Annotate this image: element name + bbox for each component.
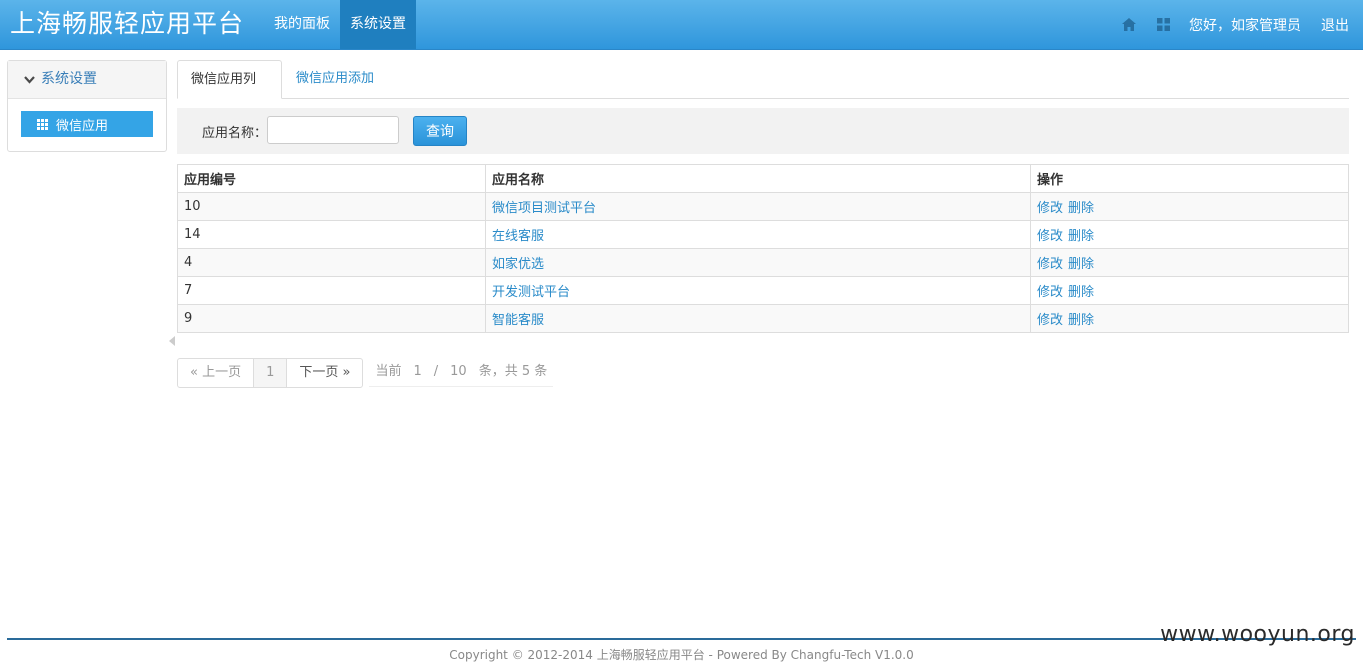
edit-link[interactable]: 修改 xyxy=(1037,285,1063,300)
cell-app-id: 14 xyxy=(177,220,486,249)
apps-grid-icon[interactable] xyxy=(1155,17,1171,33)
nav-item-system-settings[interactable]: 系统设置 xyxy=(340,0,416,49)
next-page-button[interactable]: 下一页 » xyxy=(286,358,364,388)
edit-link[interactable]: 修改 xyxy=(1037,201,1063,216)
nav-item-my-panel[interactable]: 我的面板 xyxy=(264,0,340,49)
page-number-current[interactable]: 1 xyxy=(253,358,288,388)
cell-app-id: 10 xyxy=(177,192,486,221)
column-header-name: 应用名称 xyxy=(485,164,1031,193)
table-row: 14 在线客服 修改 删除 xyxy=(177,220,1349,249)
delete-link[interactable]: 删除 xyxy=(1068,313,1094,328)
sidebar-item-wechat-apps[interactable]: 微信应用 xyxy=(21,111,153,137)
sidebar-section-header[interactable]: 系统设置 xyxy=(8,61,166,99)
tab-wechat-app-add[interactable]: 微信应用添加 xyxy=(283,60,387,97)
pagination-info-suffix: 条，共 5 条 xyxy=(478,364,548,379)
app-name-link[interactable]: 如家优选 xyxy=(492,257,544,272)
query-button[interactable]: 查询 xyxy=(413,116,467,146)
app-name-link[interactable]: 微信项目测试平台 xyxy=(492,201,596,216)
prev-page-button[interactable]: « 上一页 xyxy=(177,358,255,388)
table-header-row: 应用编号 应用名称 操作 xyxy=(177,164,1349,193)
app-brand[interactable]: 上海畅服轻应用平台 xyxy=(10,6,244,42)
app-name-label: 应用名称： xyxy=(202,126,268,141)
edit-link[interactable]: 修改 xyxy=(1037,313,1063,328)
cell-app-id: 9 xyxy=(177,304,486,333)
table-row: 4 如家优选 修改 删除 xyxy=(177,248,1349,277)
sidebar-collapse-icon[interactable] xyxy=(169,335,175,350)
pagination: « 上一页 1 下一页 » 当前 1 / 10 条，共 5 条 xyxy=(177,358,554,388)
table-row: 7 开发测试平台 修改 删除 xyxy=(177,276,1349,305)
watermark: www.wooyun.org xyxy=(1160,622,1355,647)
user-area: 您好，如家管理员 退出 xyxy=(1121,0,1363,49)
tab-bar: 微信应用列表 微信应用添加 xyxy=(177,60,1349,124)
footer-copyright: Copyright © 2012-2014 上海畅服轻应用平台 - Powere… xyxy=(449,648,914,662)
app-name-link[interactable]: 开发测试平台 xyxy=(492,285,570,300)
page-size-input[interactable]: 10 xyxy=(438,358,479,386)
column-header-actions: 操作 xyxy=(1030,164,1349,193)
footer-divider xyxy=(7,638,1356,640)
search-bar: 应用名称： 查询 xyxy=(177,108,1349,154)
delete-link[interactable]: 删除 xyxy=(1068,201,1094,216)
tab-wechat-app-list[interactable]: 微信应用列表 xyxy=(177,60,282,124)
home-icon[interactable] xyxy=(1121,17,1137,33)
main-nav: 我的面板 系统设置 xyxy=(264,0,416,49)
app-name-input[interactable] xyxy=(267,116,399,144)
cell-app-id: 7 xyxy=(177,276,486,305)
user-greeting[interactable]: 您好，如家管理员 xyxy=(1189,15,1301,35)
pagination-info-prefix: 当前 xyxy=(375,364,402,379)
grid-icon xyxy=(37,118,48,130)
edit-link[interactable]: 修改 xyxy=(1037,229,1063,244)
app-name-link[interactable]: 智能客服 xyxy=(492,313,544,328)
logout-link[interactable]: 退出 xyxy=(1321,15,1349,35)
top-navbar: 上海畅服轻应用平台 我的面板 系统设置 您好，如家管理员 退出 xyxy=(0,0,1363,50)
cell-app-id: 4 xyxy=(177,248,486,277)
sidebar: 系统设置 微信应用 xyxy=(7,60,167,152)
sidebar-section-title: 系统设置 xyxy=(41,71,97,87)
page-jump-input[interactable]: 1 xyxy=(401,358,433,386)
delete-link[interactable]: 删除 xyxy=(1068,285,1094,300)
column-header-id: 应用编号 xyxy=(177,164,486,193)
chevron-down-icon xyxy=(24,75,35,84)
pagination-info: 当前 1 / 10 条，共 5 条 xyxy=(369,358,554,387)
table-row: 9 智能客服 修改 删除 xyxy=(177,304,1349,333)
sidebar-item-label: 微信应用 xyxy=(56,118,109,134)
app-name-link[interactable]: 在线客服 xyxy=(492,229,544,244)
app-table: 应用编号 应用名称 操作 10 微信项目测试平台 修改 删除 14 在线客服 修改… xyxy=(177,164,1349,333)
edit-link[interactable]: 修改 xyxy=(1037,257,1063,272)
delete-link[interactable]: 删除 xyxy=(1068,229,1094,244)
delete-link[interactable]: 删除 xyxy=(1068,257,1094,272)
table-row: 10 微信项目测试平台 修改 删除 xyxy=(177,192,1349,221)
